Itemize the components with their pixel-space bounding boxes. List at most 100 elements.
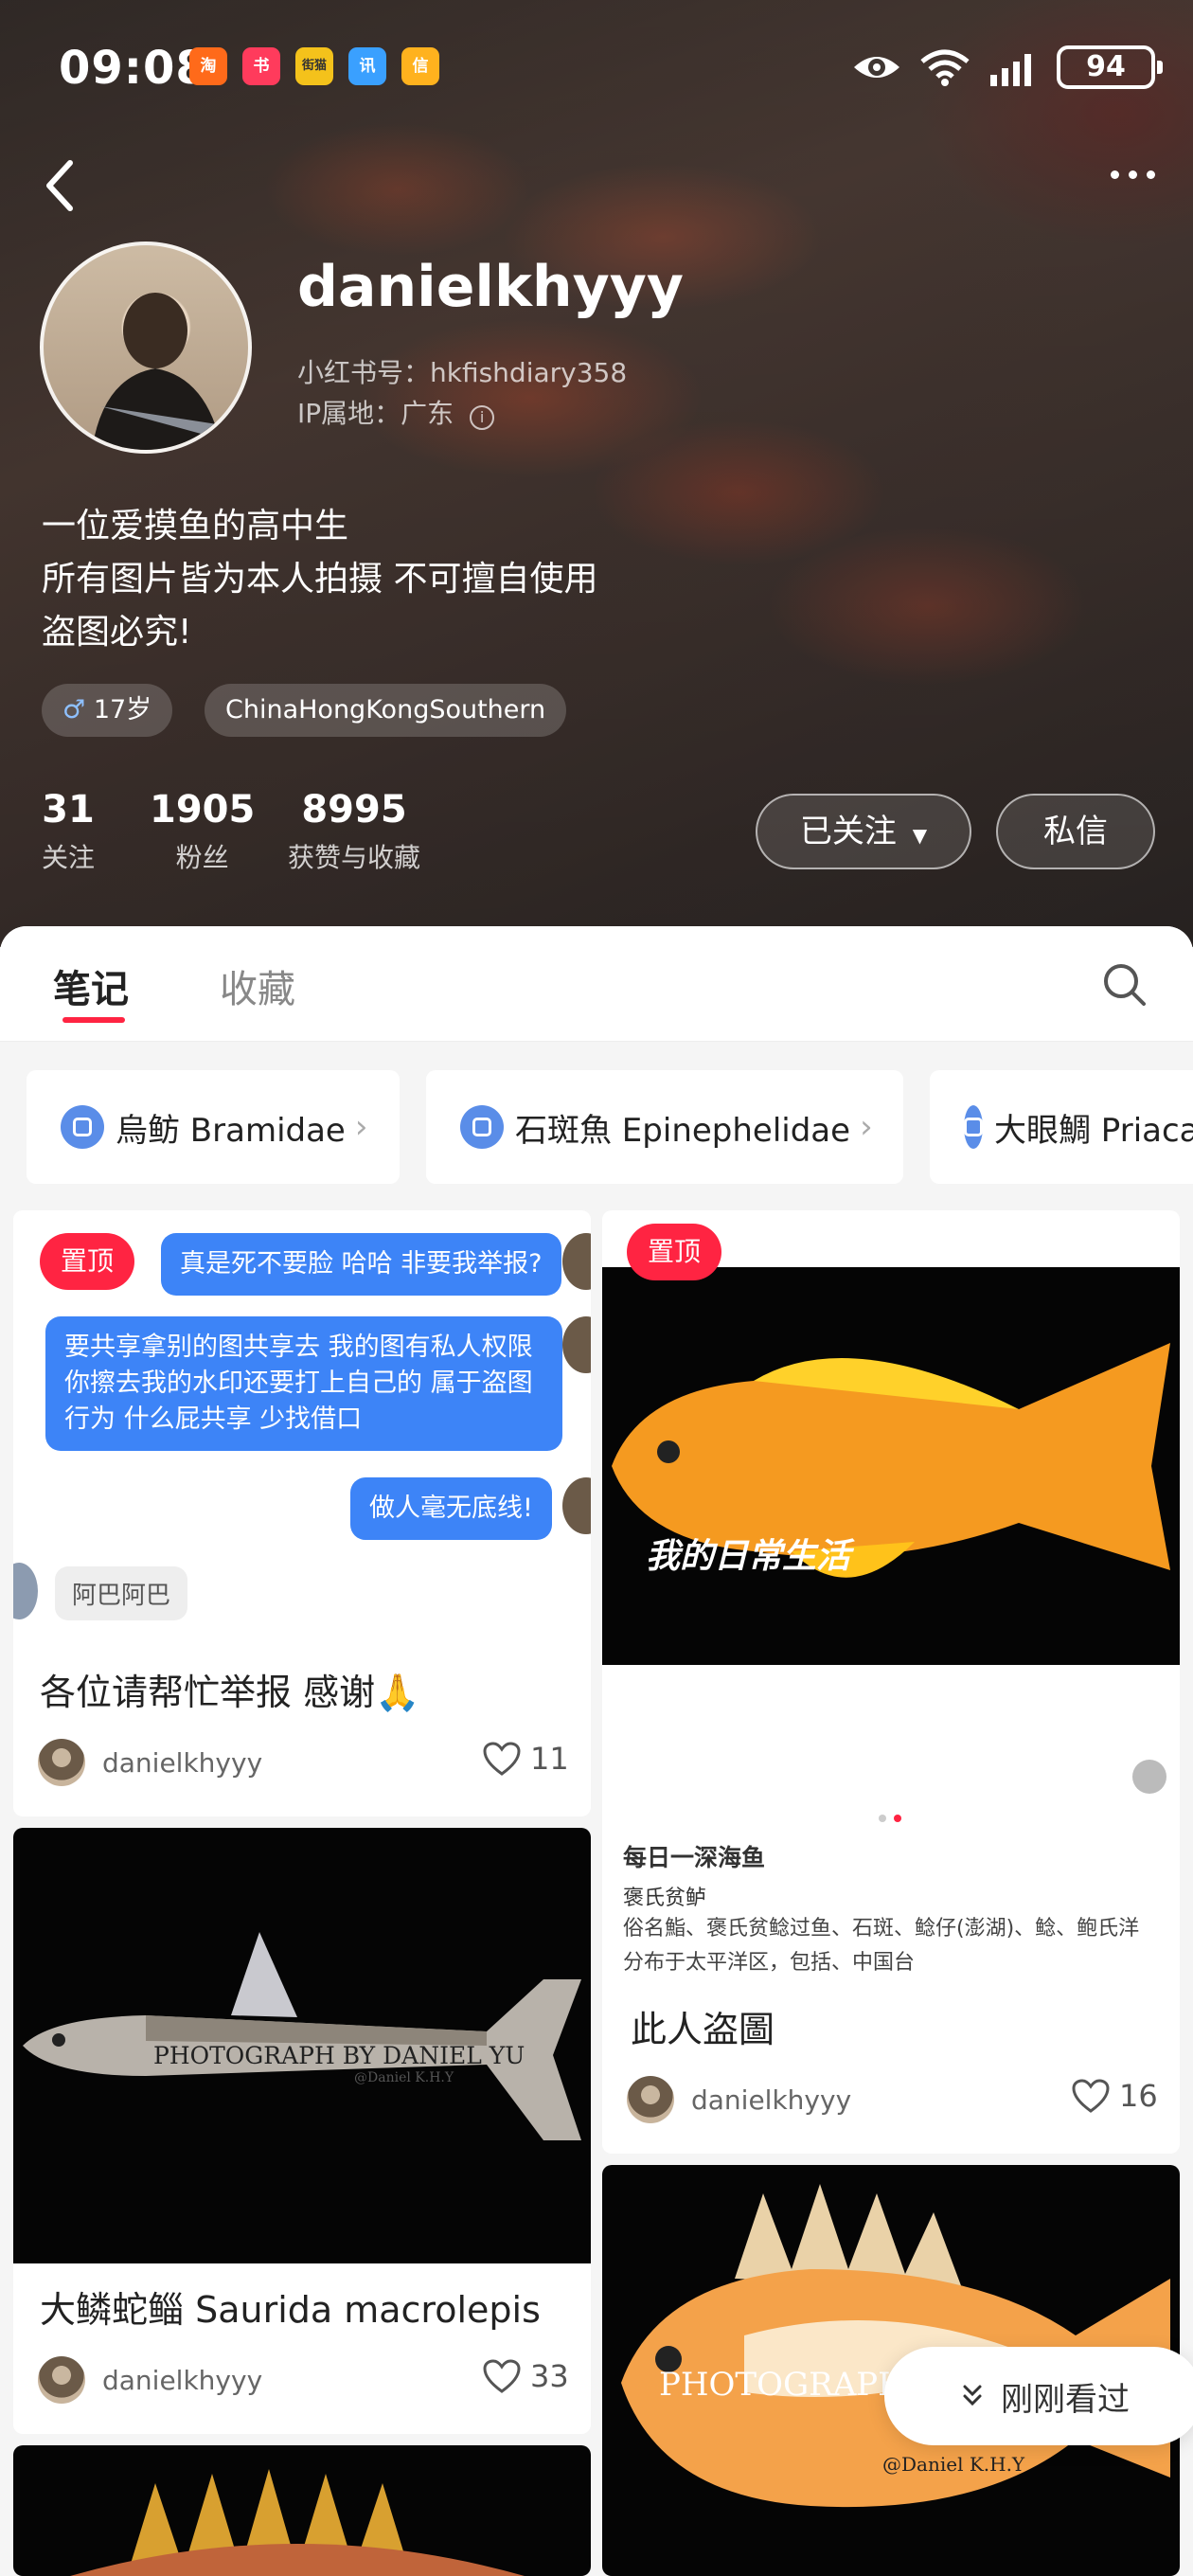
like-button[interactable]: 11 bbox=[483, 1741, 569, 1777]
chat-name-chip: 阿巴阿巴 bbox=[55, 1566, 188, 1620]
double-chevron-down-icon bbox=[963, 2385, 982, 2406]
book-app-icon: 书 bbox=[242, 47, 280, 85]
collection-bramidae[interactable]: 烏鲂 Bramidae › bbox=[27, 1070, 400, 1184]
status-time: 09:08 bbox=[59, 42, 208, 95]
like-button[interactable]: 33 bbox=[483, 2358, 569, 2394]
chat-bubble: 要共享拿别的图共享去 我的图有私人权限 你擦去我的水印还要打上自己的 属于盗图 … bbox=[45, 1316, 562, 1451]
stat-value: 1905 bbox=[150, 788, 256, 832]
source-name: 每日一深海鱼 bbox=[623, 1844, 766, 1871]
species-desc: 俗名鮨、褒氏贫鲶过鱼、石斑、鲶仔(澎湖)、鲶、鲍氏洋 bbox=[623, 1917, 1140, 1941]
watermark-text: PHOTOGRAPH BY DANIEL YU bbox=[153, 2042, 525, 2069]
stat-followers[interactable]: 1905 粉丝 bbox=[150, 788, 255, 875]
bio-line: 一位爱摸鱼的高中生 bbox=[42, 507, 349, 546]
male-icon: ♂ bbox=[62, 695, 86, 724]
post-title: 此人盗圖 bbox=[631, 2009, 775, 2050]
ip-location: IP属地：广东 i bbox=[297, 393, 495, 431]
like-button[interactable]: 16 bbox=[1072, 2078, 1158, 2114]
info-icon[interactable]: i bbox=[470, 405, 495, 430]
collection-label: 大眼鯛 Priacanthidae bbox=[994, 1111, 1193, 1150]
watermark-text: PHOTOGRAPH bbox=[659, 2366, 906, 2404]
note-app-icon: 信 bbox=[401, 47, 439, 85]
heart-icon bbox=[1072, 2079, 1110, 2113]
video-overlay-text: 我的日常生活 bbox=[646, 1537, 851, 1576]
post-card-stolen[interactable]: 我的日常生活 置顶 每日一深海鱼 褒氏贫鲈 俗名鮨、褒氏贫鲶过鱼、石斑、鲶仔(澎… bbox=[602, 1210, 1180, 2154]
stat-likes-collections[interactable]: 8995 获赞与收藏 bbox=[288, 788, 420, 875]
collection-label: 石斑魚 Epinephelidae bbox=[515, 1111, 851, 1150]
ip-location-text: IP属地：广东 bbox=[297, 398, 454, 429]
author-name: danielkhyyy bbox=[102, 1746, 263, 1779]
author-avatar bbox=[627, 2076, 674, 2123]
like-count: 33 bbox=[530, 2358, 569, 2394]
author-avatar bbox=[38, 1739, 85, 1786]
author-name: danielkhyyy bbox=[102, 2364, 263, 2396]
recently-viewed-label: 刚刚看过 bbox=[1001, 2380, 1130, 2419]
stat-value: 8995 bbox=[301, 788, 407, 832]
search-icon[interactable] bbox=[1100, 960, 1148, 1008]
chat-bubble: 做人毫无底线! bbox=[350, 1477, 552, 1540]
chat-avatar bbox=[562, 1477, 591, 1534]
back-arrow-icon[interactable] bbox=[34, 152, 91, 218]
chat-avatar bbox=[13, 1563, 38, 1619]
message-app-icon: 讯 bbox=[348, 47, 386, 85]
tab-notes[interactable]: 笔记 bbox=[53, 958, 129, 1013]
watermark-small: @Daniel K.H.Y bbox=[354, 2070, 454, 2085]
author-avatar bbox=[38, 2356, 85, 2404]
collection-label: 烏鲂 Bramidae bbox=[116, 1111, 346, 1150]
chat-avatar bbox=[562, 1316, 591, 1373]
heart-icon bbox=[483, 2359, 521, 2393]
jiemao-app-icon: 街猫 bbox=[295, 47, 333, 85]
collection-epinephelidae[interactable]: 石斑魚 Epinephelidae › bbox=[426, 1070, 903, 1184]
post-image-fish: 我的日常生活 bbox=[602, 1267, 1180, 1665]
signal-icon bbox=[990, 54, 1031, 86]
recently-viewed-button[interactable]: 刚刚看过 bbox=[884, 2347, 1193, 2445]
taobao-app-icon: 淘 bbox=[189, 47, 227, 85]
age-tag-label: 17岁 bbox=[93, 695, 152, 724]
pinned-badge: 置顶 bbox=[40, 1233, 135, 1290]
username: danielkhyyy bbox=[297, 254, 684, 320]
post-author[interactable]: danielkhyyy bbox=[627, 2076, 851, 2123]
copy-icon[interactable] bbox=[1132, 1760, 1166, 1794]
chat-screenshot: 置顶 真是死不要脸 哈哈 非要我举报? 要共享拿别的图共享去 我的图有私人权限 … bbox=[13, 1210, 591, 1627]
stat-label: 获赞与收藏 bbox=[288, 842, 421, 873]
eye-icon bbox=[854, 57, 899, 78]
age-tag: ♂ 17岁 bbox=[42, 684, 173, 737]
post-card-saurida[interactable]: PHOTOGRAPH BY DANIEL YU @Daniel K.H.Y 大鳞… bbox=[13, 1828, 591, 2434]
tab-collections[interactable]: 收藏 bbox=[220, 958, 295, 1013]
watermark-small: @Daniel K.H.Y bbox=[882, 2453, 1025, 2476]
collection-priacanthidae[interactable]: 大眼鯛 Priacanthidae bbox=[930, 1070, 1193, 1184]
carousel-dots bbox=[879, 1815, 901, 1822]
heart-icon bbox=[483, 1742, 521, 1776]
post-title: 大鳞蛇鲻 Saurida macrolepis bbox=[40, 2289, 541, 2331]
active-tab-indicator bbox=[62, 1017, 125, 1023]
post-image-fish bbox=[13, 2445, 591, 2576]
following-button-label: 已关注 bbox=[799, 813, 897, 850]
bio: 一位爱摸鱼的高中生 所有图片皆为本人拍摄 不可擅自使用 盗图必究! bbox=[42, 500, 597, 659]
stat-label: 关注 bbox=[42, 842, 96, 873]
post-title: 各位请帮忙举报 感谢🙏 bbox=[40, 1672, 420, 1713]
wifi-icon bbox=[920, 49, 970, 86]
post-card-partial-left[interactable] bbox=[13, 2445, 591, 2576]
post-author[interactable]: danielkhyyy bbox=[38, 2356, 262, 2404]
chat-bubble: 真是死不要脸 哈哈 非要我举报? bbox=[161, 1233, 561, 1296]
status-indicators: 94 bbox=[852, 44, 1163, 91]
following-button[interactable]: 已关注 ▼ bbox=[756, 794, 971, 869]
location-tag: ChinaHongKongSouthern bbox=[205, 684, 567, 737]
post-author[interactable]: danielkhyyy bbox=[38, 1739, 262, 1786]
tab-bar: 笔记 收藏 bbox=[0, 926, 1193, 1042]
like-count: 11 bbox=[530, 1741, 569, 1777]
avatar[interactable] bbox=[40, 242, 252, 454]
pinned-badge: 置顶 bbox=[627, 1224, 722, 1280]
stat-label: 粉丝 bbox=[175, 842, 229, 873]
stat-following[interactable]: 31 关注 bbox=[42, 788, 95, 875]
battery-indicator: 94 bbox=[1057, 45, 1163, 89]
like-count: 16 bbox=[1119, 2078, 1158, 2114]
author-name: danielkhyyy bbox=[691, 2084, 852, 2116]
post-card-report[interactable]: 置顶 真是死不要脸 哈哈 非要我举报? 要共享拿别的图共享去 我的图有私人权限 … bbox=[13, 1210, 591, 1816]
more-options-icon[interactable] bbox=[1111, 170, 1155, 179]
species-desc: 分布于太平洋区，包括、中国台 bbox=[623, 1951, 916, 1975]
species-name: 褒氏贫鲈 bbox=[623, 1887, 707, 1910]
bio-line: 盗图必究! bbox=[42, 613, 192, 652]
collection-icon bbox=[61, 1105, 104, 1149]
message-button[interactable]: 私信 bbox=[996, 794, 1155, 869]
bio-line: 所有图片皆为本人拍摄 不可擅自使用 bbox=[42, 560, 598, 599]
